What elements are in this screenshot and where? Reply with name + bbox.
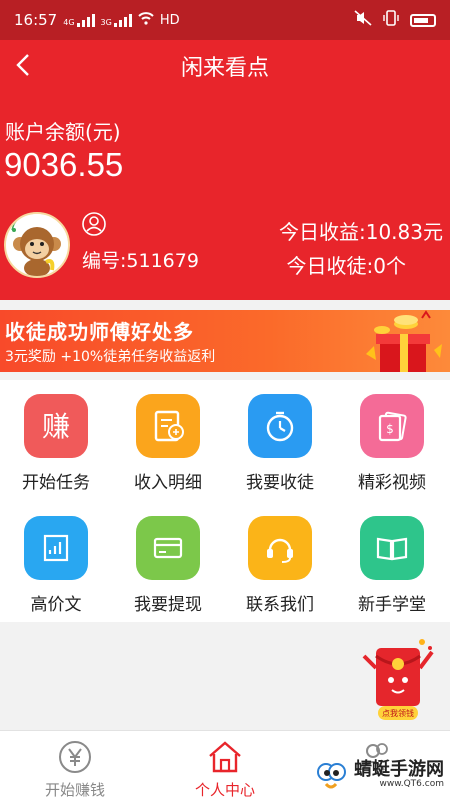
- yen-coin-icon: [57, 739, 93, 775]
- menu-contact[interactable]: 联系我们: [224, 502, 336, 622]
- battery-icon: [410, 13, 436, 27]
- svg-text:$: $: [386, 422, 394, 436]
- menu-label: 高价文: [30, 595, 82, 615]
- recruit-banner[interactable]: 收徒成功师傅好处多 3元奖励 +10%徒弟任务收益返利: [0, 310, 450, 372]
- red-packet-float-button[interactable]: 点我领钱: [358, 632, 442, 724]
- tab-personal-center[interactable]: 个人中心: [150, 731, 300, 800]
- banner-subtitle: 3元奖励 +10%徒弟任务收益返利: [5, 349, 216, 365]
- mute-icon: [354, 10, 372, 30]
- tab-label: 个人中心: [194, 781, 255, 799]
- card-icon: [136, 516, 200, 580]
- menu-label: 联系我们: [246, 595, 314, 615]
- menu-withdraw[interactable]: 我要提现: [112, 502, 224, 622]
- stopwatch-icon: [248, 394, 312, 458]
- menu-label: 我要收徒: [246, 473, 314, 493]
- wifi-icon: [138, 11, 154, 29]
- hd-indicator: HD: [159, 12, 180, 28]
- ledger-icon: [136, 394, 200, 458]
- book-icon: [360, 516, 424, 580]
- tab-start-earning[interactable]: 开始赚钱: [0, 731, 150, 800]
- menu-label: 开始任务: [22, 473, 90, 493]
- avatar[interactable]: [4, 212, 70, 278]
- menu-beginner-school[interactable]: 新手学堂: [336, 502, 448, 622]
- watermark-url: www.QT6.com: [379, 779, 444, 789]
- earn-icon: 赚: [24, 394, 88, 458]
- menu-label: 我要提现: [134, 595, 202, 615]
- menu-label: 新手学堂: [358, 595, 426, 615]
- article-chart-icon: [24, 516, 88, 580]
- account-header: 闲来看点 账户余额(元) 9036.55 编号:511679 今日收益:10.8…: [0, 40, 450, 300]
- status-bar: 16:57 4G 3G HD: [0, 0, 450, 40]
- menu-start-task[interactable]: 赚 开始任务: [0, 380, 112, 500]
- user-id: 编号:511679: [82, 250, 199, 272]
- banner-title: 收徒成功师傅好处多: [5, 320, 194, 344]
- watermark: 蜻蜓手游网 www.QT6.com: [314, 758, 444, 792]
- menu-grid: 赚 开始任务 收入明细 我要收徒 $ 精彩视频 高价文 我要提现 联系我们 新手…: [0, 380, 450, 622]
- today-recruit: 今日收徒:0个: [286, 254, 406, 278]
- signal-3g-icon: 3G: [101, 13, 132, 27]
- menu-income-detail[interactable]: 收入明细: [112, 380, 224, 500]
- gift-coins-icon: [366, 310, 442, 372]
- home-icon: [207, 739, 243, 775]
- red-packet-label: 点我领钱: [382, 709, 414, 718]
- menu-label: 精彩视频: [358, 473, 426, 493]
- video-icon: $: [360, 394, 424, 458]
- headset-icon: [248, 516, 312, 580]
- monkey-avatar-icon: [6, 214, 68, 276]
- status-time: 16:57: [14, 11, 58, 29]
- balance-value: 9036.55: [4, 146, 124, 183]
- today-income: 今日收益:10.83元: [279, 220, 443, 244]
- balance-label: 账户余额(元): [5, 120, 121, 144]
- menu-premium-article[interactable]: 高价文: [0, 502, 112, 622]
- menu-label: 收入明细: [134, 473, 202, 493]
- watermark-name: 蜻蜓手游网: [354, 759, 444, 780]
- tab-label: 开始赚钱: [44, 781, 105, 799]
- svg-text:赚: 赚: [42, 410, 70, 443]
- menu-videos[interactable]: $ 精彩视频: [336, 380, 448, 500]
- menu-recruit[interactable]: 我要收徒: [224, 380, 336, 500]
- user-profile-icon: [82, 212, 106, 236]
- vibrate-icon: [382, 10, 400, 30]
- page-title: 闲来看点: [180, 56, 269, 81]
- dragonfly-logo-icon: [317, 763, 346, 789]
- signal-4g-icon: 4G: [63, 13, 95, 27]
